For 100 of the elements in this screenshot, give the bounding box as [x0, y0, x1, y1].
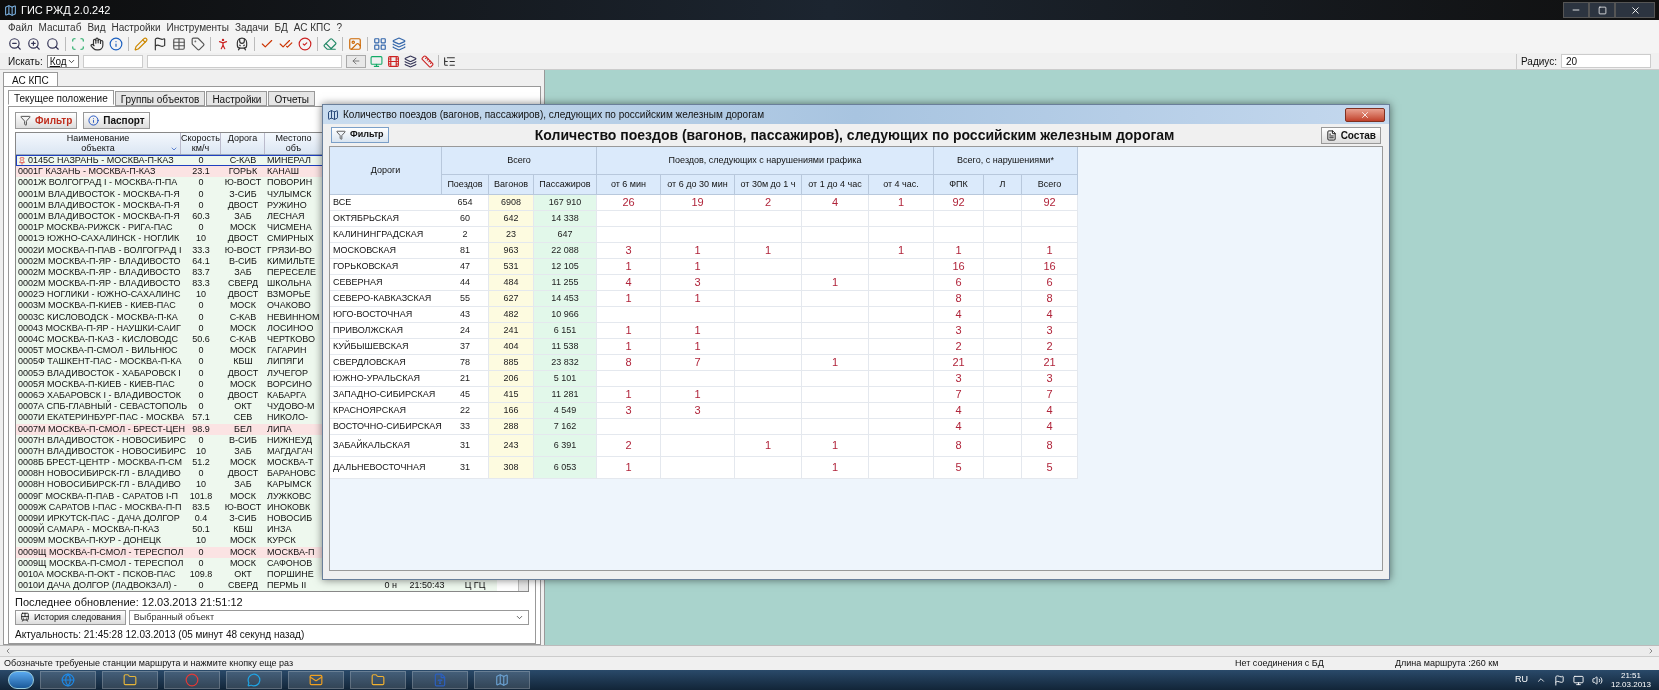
checkmark-icon[interactable] — [260, 37, 274, 51]
picture-icon[interactable] — [348, 37, 362, 51]
subtab[interactable]: Группы объектов — [114, 91, 206, 106]
location-cell: КУРСК — [267, 535, 296, 546]
count-cell-text: 1 — [764, 243, 772, 259]
menu-item[interactable]: ? — [336, 20, 343, 35]
compose-button[interactable]: Состав — [1320, 126, 1381, 144]
subtab[interactable]: Настройки — [206, 91, 268, 106]
clock-date[interactable]: 12.03.2013 — [1610, 680, 1651, 689]
menu-item[interactable]: АС КПС — [293, 20, 331, 35]
scroll-right-icon[interactable] — [1647, 647, 1655, 655]
volume-icon[interactable] — [1591, 674, 1603, 686]
filter-button[interactable]: Фильтр — [15, 111, 78, 129]
column-header[interactable]: Дорога — [221, 133, 265, 154]
tag-icon[interactable] — [191, 37, 205, 51]
clock-time[interactable]: 21:51 — [1620, 671, 1641, 680]
object-name: 0009Ж САРАТОВ I-ПАС - МОСКВА-П-П — [18, 501, 182, 513]
count-cell-text: 11 538 — [551, 339, 579, 353]
count-cell-text: 7 — [1046, 387, 1053, 403]
zoom-in-icon[interactable] — [27, 37, 41, 51]
count-cell-text: 21 — [952, 355, 965, 371]
count-cell-text: 81 — [460, 243, 470, 257]
passport-button[interactable]: Паспорт — [83, 111, 150, 129]
hand-icon[interactable] — [90, 37, 104, 51]
count-cell-text: 3 — [625, 243, 632, 259]
double-checkmark-icon[interactable] — [279, 37, 293, 51]
location-cell: ПЕРЕСЕЛЕ — [267, 266, 316, 277]
count-cell-text: 1 — [694, 387, 701, 403]
browser-icon[interactable] — [61, 673, 75, 687]
speed-cell: 0 — [198, 300, 204, 311]
object-name: 0006Э ХАБАРОВСК I - ВЛАДИВОСТОК — [18, 389, 181, 400]
location-cell: НЕВИННОМ — [267, 311, 320, 322]
folder-icon[interactable] — [123, 673, 137, 687]
pencil-icon[interactable] — [134, 37, 148, 51]
speed-cell: 10 — [196, 479, 206, 490]
column-header: Дороги — [330, 147, 442, 195]
search-type-dropdown[interactable]: Код — [46, 54, 79, 68]
map-icon[interactable] — [495, 673, 509, 687]
info-icon[interactable] — [109, 37, 123, 51]
menu-item[interactable]: Задачи — [234, 20, 269, 35]
language-indicator[interactable]: RU — [1514, 673, 1528, 687]
horizontal-scrollbar[interactable] — [0, 645, 1659, 656]
count-cell-text: 3 — [1046, 371, 1053, 387]
eraser-icon[interactable] — [323, 37, 337, 51]
mail-icon[interactable] — [309, 673, 323, 687]
radius-field[interactable]: 20 — [1561, 54, 1651, 68]
dialog-filter-button[interactable]: Фильтр — [331, 127, 389, 143]
speed-cell: 10 — [196, 233, 206, 244]
subtab[interactable]: Текущее положение — [8, 90, 114, 105]
object-dropdown[interactable]: Выбранный объект — [128, 609, 529, 625]
speed-cell: 0 — [198, 155, 204, 165]
count-cell-text: 23 — [506, 227, 516, 241]
scroll-left-icon[interactable] — [4, 647, 12, 655]
layers-icon[interactable] — [403, 54, 417, 68]
chat-icon[interactable] — [247, 673, 261, 687]
grid-icon[interactable] — [373, 37, 387, 51]
panel-tab[interactable]: АС КПС — [3, 72, 58, 86]
table-icon[interactable] — [172, 37, 186, 51]
search-icon[interactable] — [46, 37, 60, 51]
speed-cell: 10 — [196, 289, 206, 300]
train-icon[interactable] — [235, 37, 249, 51]
count-cell-text: 3 — [694, 275, 701, 291]
menu-item[interactable]: Вид — [87, 20, 106, 35]
road-cell: МОСК — [229, 535, 257, 546]
film-icon[interactable] — [386, 54, 400, 68]
menu-item[interactable]: Настройки — [111, 20, 161, 35]
object-row[interactable]: 0010И ДАЧА ДОЛГОР (ЛАДВОКЗАЛ) - 0 СВЕРД ПЕРМЬ II 0 н 21:50:43 Ц ГЦ — [16, 580, 497, 592]
search-code-field[interactable] — [82, 54, 143, 68]
menu-item[interactable]: Масштаб — [38, 20, 82, 35]
flag-tray-icon[interactable] — [1553, 674, 1565, 686]
menu-item[interactable]: Файл — [8, 20, 33, 35]
search-label: Искать: — [8, 54, 43, 69]
road-cell: ДВОСТ — [227, 199, 259, 210]
network-icon[interactable] — [1572, 674, 1584, 686]
menu-item[interactable]: Инструменты — [166, 20, 229, 35]
list-tree-icon[interactable] — [442, 54, 456, 68]
location-cell: ЛИПЯГИ — [267, 356, 304, 367]
start-button[interactable] — [8, 671, 34, 689]
column-header[interactable]: Наименование объекта — [16, 133, 181, 154]
zoom-out-icon[interactable] — [8, 37, 22, 51]
count-cell-text: 2 — [764, 195, 772, 211]
road-cell: МОСК — [229, 300, 257, 311]
walking-person-icon[interactable] — [216, 37, 230, 51]
history-button[interactable]: История следования — [15, 609, 126, 625]
menu-item[interactable]: БД — [274, 20, 288, 35]
flag-icon[interactable] — [153, 37, 167, 51]
count-cell-text: 3 — [694, 403, 701, 419]
speed-cell: 0 — [198, 356, 204, 367]
ruler-icon[interactable] — [420, 54, 434, 68]
minimize-button[interactable] — [1563, 2, 1589, 18]
circle-check-icon[interactable] — [298, 37, 312, 51]
dialog-close-button[interactable] — [1345, 107, 1385, 122]
object-name: 0002М МОСКВА-П-ЯР - ВЛАДИВОСТО — [18, 278, 181, 290]
location-cell: ЧЕРТКОВО — [267, 334, 315, 344]
maximize-button[interactable] — [1589, 2, 1615, 18]
subtab[interactable]: Отчеты — [268, 91, 315, 106]
search-field[interactable] — [146, 54, 342, 68]
column-header[interactable]: Скорость км/ч — [181, 133, 221, 154]
layers-icon[interactable] — [392, 37, 406, 51]
count-cell-text: 6 151 — [553, 323, 577, 337]
